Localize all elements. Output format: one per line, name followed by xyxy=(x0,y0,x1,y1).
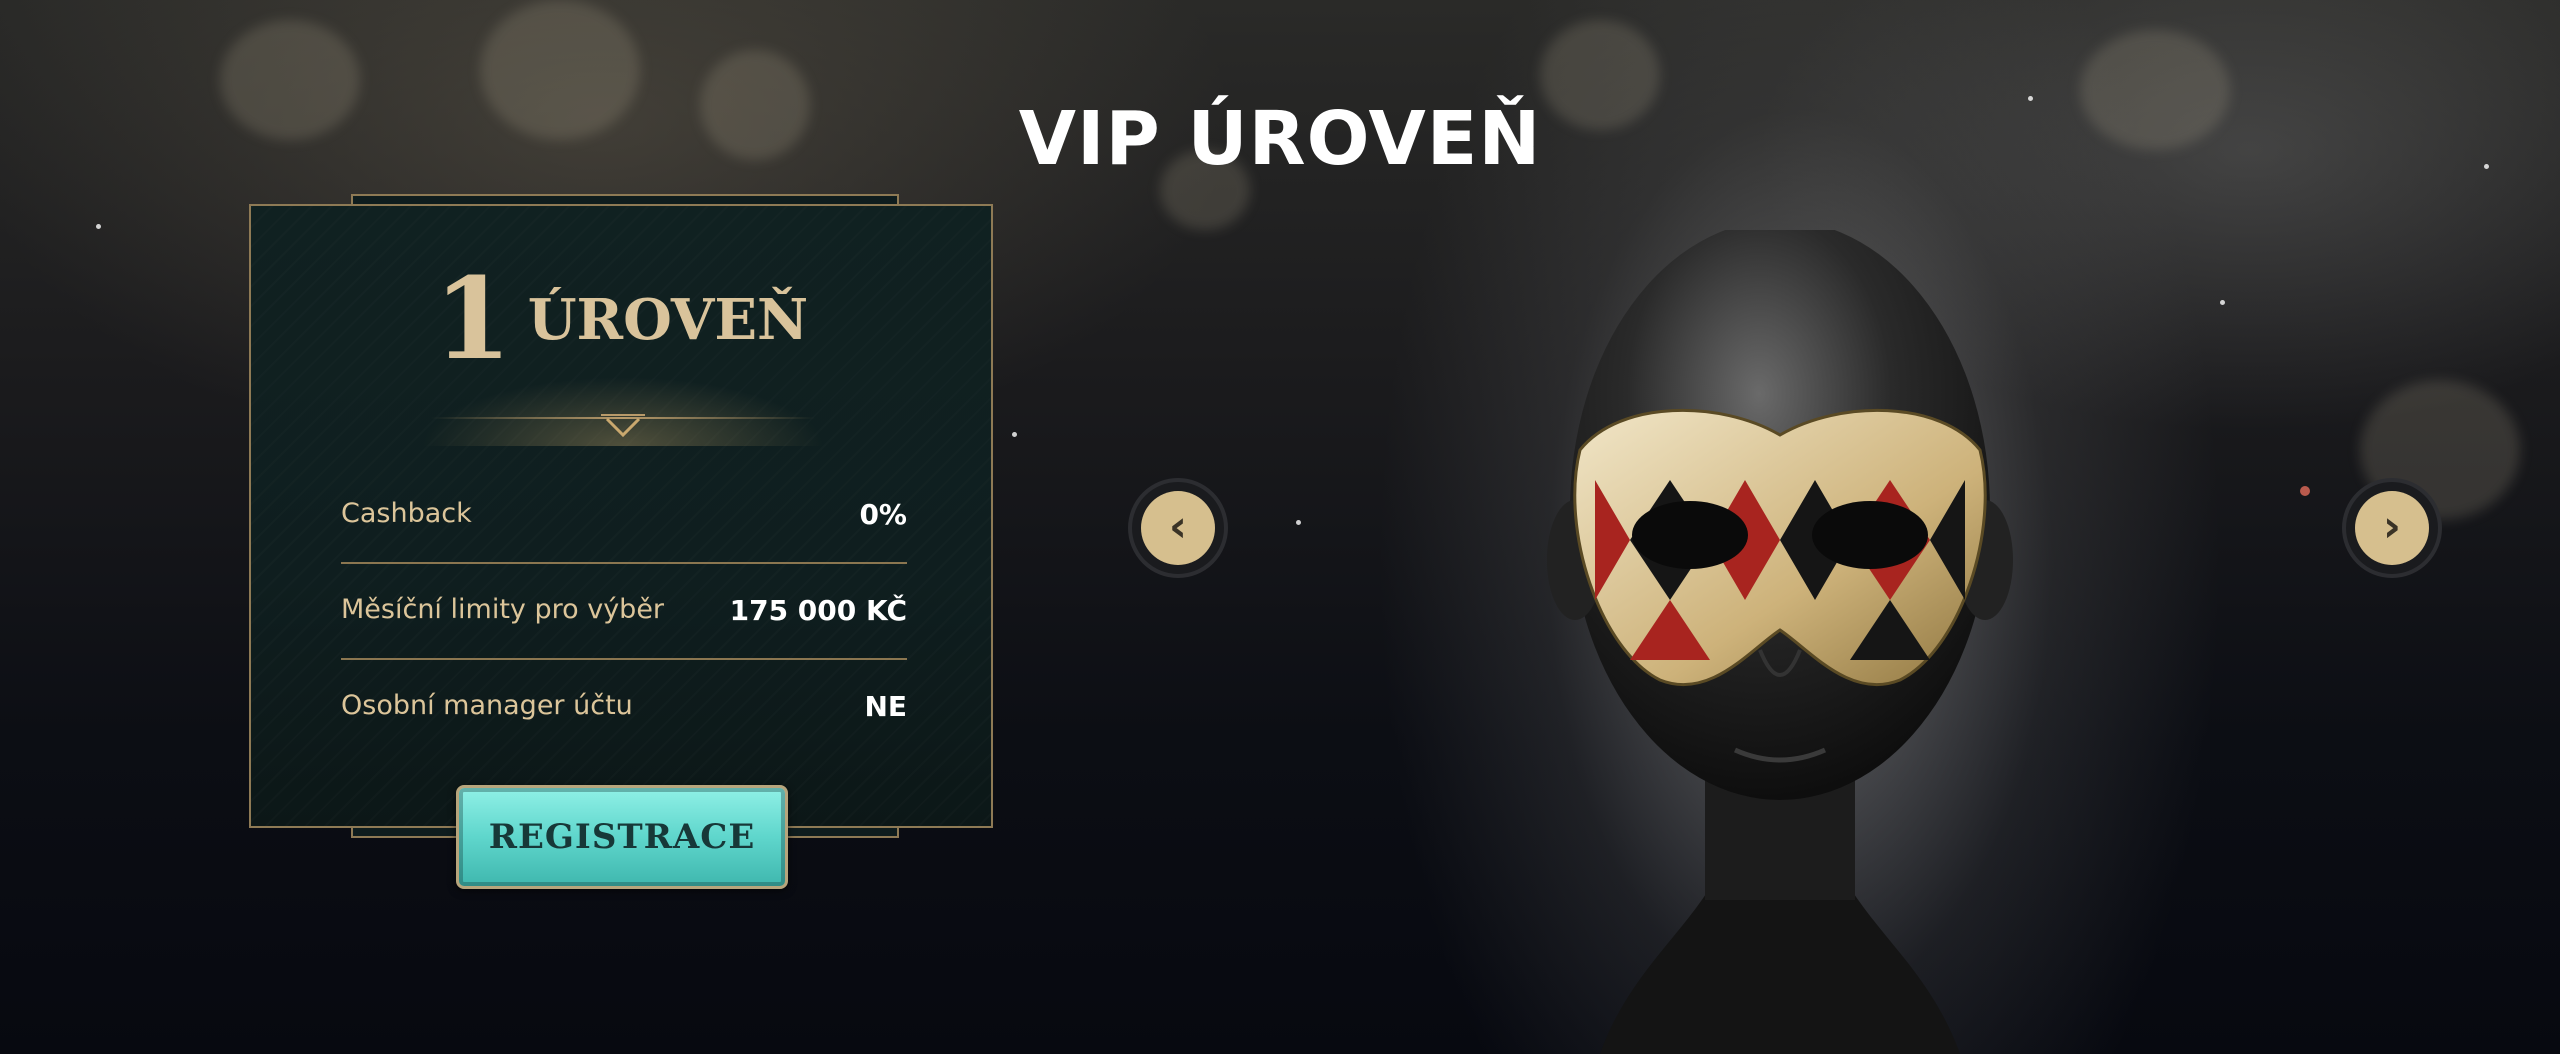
chevron-left-icon: ‹ xyxy=(1141,491,1215,565)
chevron-down-icon xyxy=(601,414,645,438)
benefit-row-account-manager: Osobní manager účtu NE xyxy=(341,660,907,756)
chevron-right-icon: › xyxy=(2355,491,2429,565)
previous-level-button[interactable]: ‹ xyxy=(1128,478,1228,578)
sparkle xyxy=(96,224,101,229)
benefit-value: NE xyxy=(864,690,907,723)
benefit-label: Cashback xyxy=(341,498,472,529)
benefit-label: Osobní manager účtu xyxy=(341,690,633,721)
register-button[interactable]: REGISTRACE xyxy=(456,785,788,889)
sparkle xyxy=(1296,520,1301,525)
benefit-value: 0% xyxy=(859,498,907,531)
benefit-value: 175 000 KČ xyxy=(729,594,907,627)
sparkle xyxy=(2220,300,2225,305)
next-level-button[interactable]: › xyxy=(2342,478,2442,578)
venetian-mask-mannequin-image xyxy=(1547,230,2013,1054)
benefit-row-withdrawal-limit: Měsíční limity pro výběr 175 000 KČ xyxy=(341,564,907,660)
level-word: ÚROVEŇ xyxy=(527,286,809,353)
card-top-cap xyxy=(351,194,899,204)
sparkle xyxy=(1012,432,1017,437)
page-title: VIP ÚROVEŇ xyxy=(1018,95,1542,182)
benefit-row-cashback: Cashback 0% xyxy=(341,468,907,564)
level-heading: 1 ÚROVEŇ xyxy=(251,254,991,385)
level-number: 1 xyxy=(433,254,512,385)
vip-level-card: 1 ÚROVEŇ Cashback 0% Měsíční limity pro v… xyxy=(249,194,993,838)
benefit-label: Měsíční limity pro výběr xyxy=(341,594,665,625)
sparkle xyxy=(2300,486,2310,496)
